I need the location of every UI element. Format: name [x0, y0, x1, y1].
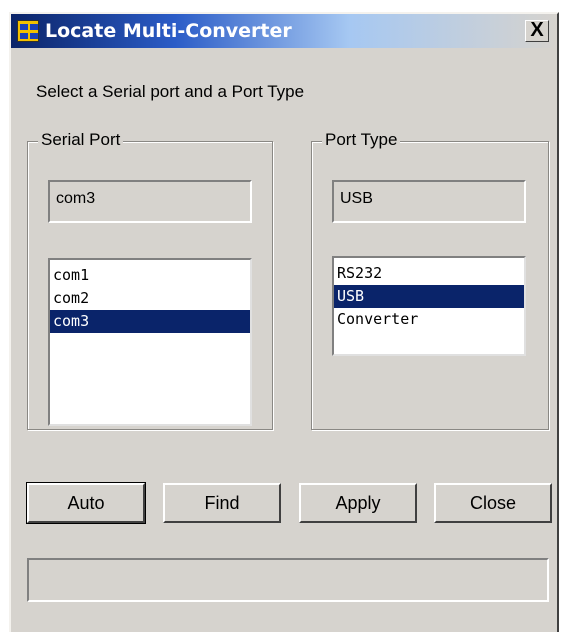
port-type-group: Port Type USB RS232 USB Converter: [311, 130, 549, 430]
port-type-option-selected[interactable]: USB: [334, 285, 524, 308]
serial-port-group: Serial Port com3 com1 com2 com3: [27, 130, 273, 430]
port-type-option[interactable]: RS232: [334, 262, 524, 285]
apply-button[interactable]: Apply: [299, 483, 417, 523]
close-button[interactable]: Close: [434, 483, 552, 523]
port-type-listbox[interactable]: RS232 USB Converter: [332, 256, 526, 356]
app-icon: [17, 20, 39, 42]
port-type-value-field: USB: [332, 180, 526, 223]
close-window-button[interactable]: X: [525, 20, 549, 42]
auto-button[interactable]: Auto: [26, 482, 146, 524]
instruction-text: Select a Serial port and a Port Type: [36, 82, 305, 101]
locate-multi-converter-window: Locate Multi-Converter X Select a Serial…: [9, 12, 559, 632]
serial-port-option-selected[interactable]: com3: [50, 310, 250, 333]
status-field: [27, 558, 549, 602]
serial-port-value-field: com3: [48, 180, 252, 223]
serial-port-legend: Serial Port: [38, 130, 124, 150]
port-type-legend: Port Type: [322, 130, 401, 150]
find-button[interactable]: Find: [163, 483, 281, 523]
serial-port-option[interactable]: com2: [50, 287, 250, 310]
serial-port-listbox[interactable]: com1 com2 com3: [48, 258, 252, 426]
title-bar[interactable]: Locate Multi-Converter X: [11, 14, 557, 48]
window-title: Locate Multi-Converter: [45, 20, 292, 42]
serial-port-option[interactable]: com1: [50, 264, 250, 287]
port-type-option[interactable]: Converter: [334, 308, 524, 331]
